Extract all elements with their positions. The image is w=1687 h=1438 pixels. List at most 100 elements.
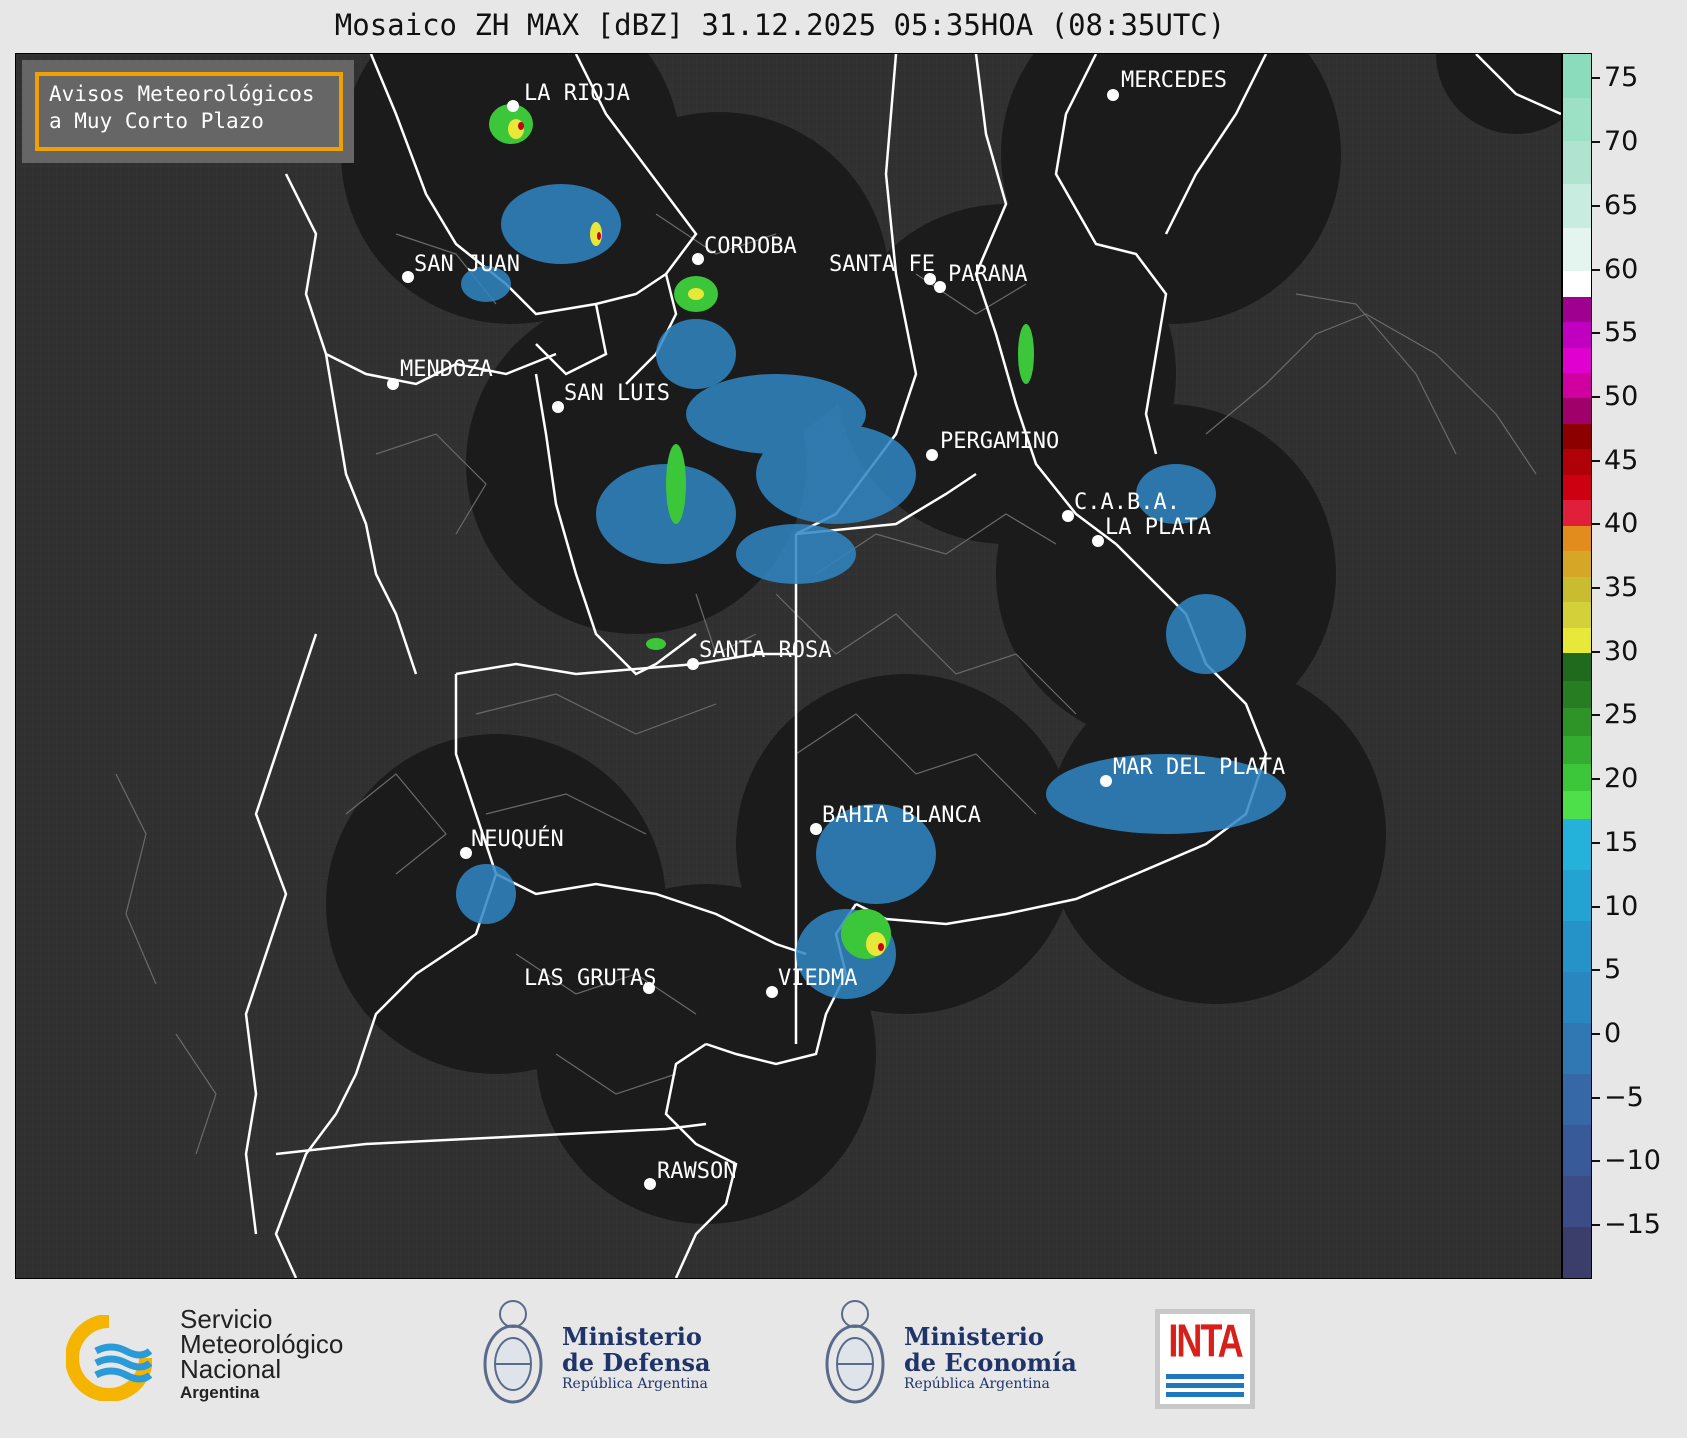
colorbar-tick-label: 75	[1604, 62, 1639, 94]
city-marker-viedma[interactable]	[766, 986, 778, 998]
colorbar-tick-label: 55	[1604, 317, 1639, 349]
colorbar-tick	[1592, 969, 1600, 972]
colorbar-tick	[1592, 905, 1600, 908]
colorbar-segment	[1563, 818, 1591, 870]
colorbar-tick	[1592, 77, 1600, 80]
colorbar-tick	[1592, 141, 1600, 144]
avisos-panel[interactable]: Avisos Meteorológicos a Muy Corto Plazo	[22, 60, 354, 163]
colorbar-tick	[1592, 268, 1600, 271]
colorbar-tick-label: 10	[1604, 890, 1639, 922]
city-label-mar-del-plata: MAR DEL PLATA	[1113, 755, 1285, 780]
city-marker-san-juan[interactable]	[402, 271, 414, 283]
colorbar-tick	[1592, 1096, 1600, 1099]
colorbar-segment	[1563, 54, 1591, 98]
colorbar-tick-label: 0	[1604, 1017, 1622, 1049]
city-label-parana: PARANA	[948, 262, 1027, 287]
colorbar-segment	[1563, 321, 1591, 348]
colorbar-segment	[1563, 227, 1591, 272]
city-marker-la-plata[interactable]	[1092, 535, 1104, 547]
avisos-frame[interactable]: Avisos Meteorológicos a Muy Corto Plazo	[35, 72, 343, 151]
city-label-viedma: VIEDMA	[778, 966, 857, 991]
colorbar-segment	[1563, 735, 1591, 764]
colorbar-segment	[1563, 601, 1591, 628]
colorbar-segment	[1563, 347, 1591, 373]
city-label-neuqu-n: NEUQUÉN	[471, 826, 564, 852]
smn-line-3: Nacional	[180, 1354, 282, 1384]
colorbar-segment	[1563, 97, 1591, 142]
city-label-la-rioja: LA RIOJA	[524, 81, 630, 106]
coat-of-arms-icon	[825, 1300, 885, 1404]
inta-text: INTA	[1168, 1313, 1243, 1367]
city-marker-c-a-b-a[interactable]	[1062, 510, 1074, 522]
inta-stripe-icon	[1166, 1383, 1244, 1388]
colorbar-tick	[1592, 459, 1600, 462]
city-marker-mercedes[interactable]	[1107, 89, 1119, 101]
colorbar-tick	[1592, 1160, 1600, 1163]
colorbar-tick	[1592, 395, 1600, 398]
colorbar-segment	[1563, 707, 1591, 737]
city-marker-mar-del-plata[interactable]	[1100, 775, 1112, 787]
city-marker-santa-rosa[interactable]	[687, 658, 699, 670]
city-marker-rawson[interactable]	[644, 1178, 656, 1190]
colorbar-tick-label: −10	[1604, 1145, 1661, 1177]
colorbar-segment	[1563, 1175, 1591, 1227]
city-label-pergamino: PERGAMINO	[940, 429, 1059, 454]
smn-logo: Servicio Meteorológico Nacional Argentin…	[66, 1306, 386, 1407]
city-label-san-luis: SAN LUIS	[564, 381, 670, 406]
city-label-la-plata: LA PLATA	[1105, 515, 1211, 540]
city-label-mendoza: MENDOZA	[400, 357, 493, 382]
city-label-bahia-blanca: BAHIA BLANCA	[822, 803, 981, 828]
city-label-rawson: RAWSON	[657, 1159, 736, 1184]
defensa-line-3: República Argentina	[562, 1376, 708, 1392]
colorbar-segment	[1563, 474, 1591, 501]
colorbar-segment	[1563, 763, 1591, 792]
colorbar-tick-label: 15	[1604, 826, 1639, 858]
city-marker-bahia-blanca[interactable]	[810, 823, 822, 835]
colorbar-segment	[1563, 372, 1591, 399]
economia-logo: Ministerio de Economía República Argenti…	[820, 1294, 1080, 1424]
colorbar-tick-label: −5	[1604, 1081, 1644, 1113]
colorbar-segment	[1563, 1226, 1591, 1278]
smn-line-4: Argentina	[180, 1383, 260, 1402]
inta-logo: INTA	[1155, 1309, 1255, 1409]
colorbar-segment	[1563, 270, 1591, 297]
city-marker-cordoba[interactable]	[692, 253, 704, 265]
smn-emblem-icon	[66, 1315, 152, 1401]
inta-stripe-icon	[1166, 1374, 1244, 1379]
coat-of-arms-icon	[483, 1300, 543, 1404]
economia-line-3: República Argentina	[904, 1376, 1050, 1392]
colorbar-segment	[1563, 423, 1591, 450]
colorbar-tick	[1592, 714, 1600, 717]
colorbar-tick-label: 35	[1604, 572, 1639, 604]
map-title: Mosaico ZH MAX [dBZ] 31.12.2025 05:35HOA…	[334, 8, 1226, 42]
colorbar-tick-label: 60	[1604, 253, 1639, 285]
colorbar-tick-label: 25	[1604, 699, 1639, 731]
avisos-line-1: Avisos Meteorológicos	[49, 82, 315, 106]
colorbar-segment	[1563, 296, 1591, 323]
colorbar-tick	[1592, 587, 1600, 590]
colorbar-tick	[1592, 523, 1600, 526]
city-marker-pergamino[interactable]	[926, 449, 938, 461]
defensa-line-2: de Defensa	[562, 1348, 711, 1377]
inta-stripe-icon	[1166, 1392, 1244, 1397]
radar-map[interactable]: LA RIOJA MERCEDES SAN JUAN CORDOBA SANTA FE P…	[15, 53, 1562, 1279]
colorbar-tick	[1592, 332, 1600, 335]
colorbar-segment	[1563, 627, 1591, 654]
colorbar-tick-label: 20	[1604, 763, 1639, 795]
economia-line-2: de Economía	[904, 1348, 1077, 1377]
colorbar-tick-label: 70	[1604, 126, 1639, 158]
defensa-logo: Ministerio de Defensa República Argentin…	[478, 1294, 728, 1424]
colorbar-segment	[1563, 790, 1591, 819]
city-marker-parana[interactable]	[934, 281, 946, 293]
colorbar-tick-label: 65	[1604, 189, 1639, 221]
city-marker-mendoza[interactable]	[387, 378, 399, 390]
colorbar-segment	[1563, 397, 1591, 424]
colorbar-tick	[1592, 841, 1600, 844]
colorbar-tick	[1592, 1224, 1600, 1227]
colorbar-segment	[1563, 920, 1591, 972]
city-marker-san-luis[interactable]	[552, 401, 564, 413]
colorbar-tick-label: −15	[1604, 1209, 1661, 1241]
colorbar-segment	[1563, 183, 1591, 228]
colorbar-segment	[1563, 652, 1591, 681]
city-marker-la-rioja[interactable]	[507, 100, 519, 112]
